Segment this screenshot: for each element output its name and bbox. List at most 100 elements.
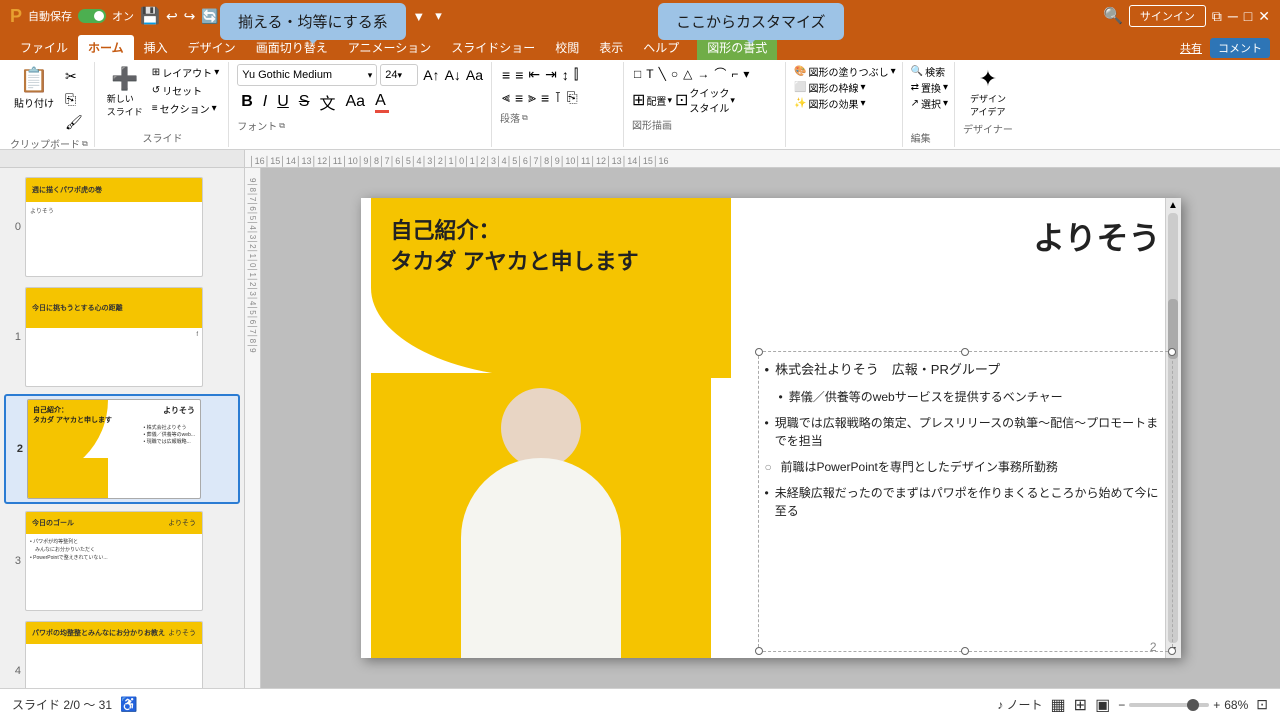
slide-thumb-3[interactable]: 3 今日のゴール よりそう • パワポが均等整列と みんなにお分かりいただく •… [4,508,240,614]
shape-connector-icon[interactable]: ⌒ [712,64,728,83]
sel-handle-bl[interactable] [755,647,763,655]
shape-triangle-icon[interactable]: △ [681,66,694,82]
tab-slideshow[interactable]: スライドショー [441,35,545,60]
align-left-icon[interactable]: ⫷ [500,87,512,108]
slide-1-img[interactable]: 今日に挑もうとする心の距離 f [25,287,203,387]
qa-arrange-icon[interactable]: ⧉ [373,8,386,24]
scroll-up-icon[interactable]: ▲ [1168,200,1178,211]
reset-button[interactable]: ↺ リセット [149,82,222,99]
smart-art-icon[interactable]: ⎘ [564,87,579,108]
font-decrease-icon[interactable]: A↓ [443,65,463,85]
qa-format-icon[interactable]: ⊡ [314,8,329,24]
share-button[interactable]: 共有 [1180,40,1202,56]
underline-button[interactable]: U [273,91,293,113]
shape-fill-button[interactable]: 🎨 図形の塗りつぶし ▾ [794,64,896,79]
cut-button[interactable]: ✂ [62,66,86,87]
clipboard-expand-icon[interactable]: ⧉ [82,139,88,149]
italic-button[interactable]: I [259,91,271,113]
columns-icon[interactable]: ⫿ [572,64,580,85]
tab-help[interactable]: ヘルプ [633,35,689,60]
justify-icon[interactable]: ≡ [539,88,551,108]
slide-canvas[interactable]: 自己紹介： タカダ アヤカと申します よりそう [361,198,1181,658]
minimize-icon[interactable]: ─ [1228,8,1238,24]
qa-distribute-icon[interactable]: ⊠ [246,8,261,24]
numbered-list-icon[interactable]: ≡ [513,65,525,85]
font-color-button[interactable]: A [371,90,393,115]
paste-button[interactable]: 📋 貼り付け [10,64,58,135]
font-size-selector[interactable]: 24 ▾ [380,64,418,86]
select-button[interactable]: ↗ 選択 ▾ [911,96,948,111]
redo-icon[interactable]: ↪ [184,8,196,25]
shape-rect-icon[interactable]: □ [632,66,643,82]
sel-handle-tr[interactable] [1168,348,1176,356]
section-button[interactable]: ≡ セクション ▾ [149,100,222,117]
tab-shape-format[interactable]: 図形の書式 [697,35,777,60]
bold-button[interactable]: B [237,91,257,113]
shape-oval-icon[interactable]: ○ [669,66,680,82]
zoom-plus-button[interactable]: + [1213,698,1220,712]
quick-styles-button[interactable]: ⊡ クイックスタイル ▾ [675,85,735,115]
tab-insert[interactable]: 挿入 [134,35,178,60]
tab-file[interactable]: ファイル [10,35,78,60]
font-expand-icon[interactable]: ⧉ [279,121,285,131]
sel-handle-bm[interactable] [961,647,969,655]
grid-view-icon[interactable]: ⊞ [1074,695,1087,715]
sel-handle-tl[interactable] [755,348,763,356]
replace-button[interactable]: ⇄ 置換 ▾ [911,80,948,95]
decrease-indent-icon[interactable]: ⇤ [526,64,542,85]
qa-circle-icon[interactable]: ○ [392,9,404,24]
tab-view[interactable]: 表示 [589,35,633,60]
qa-chart-icon[interactable]: 📊 [267,8,287,24]
qa-more-icon[interactable]: ▼ [410,9,427,24]
sel-handle-tm[interactable] [961,348,969,356]
align-right-icon[interactable]: ⫸ [526,87,538,108]
close-icon[interactable]: ✕ [1258,8,1270,25]
save-icon[interactable]: 💾 [140,6,160,26]
qa-custom-icon[interactable]: ▾ [433,8,444,24]
reader-view-icon[interactable]: ▣ [1095,695,1110,715]
shape-text-icon[interactable]: T [644,66,655,82]
para-expand-icon[interactable]: ⧉ [522,113,528,123]
notes-label[interactable]: ♪ ノート [997,696,1042,713]
sel-handle-br[interactable] [1168,647,1176,655]
shape-arrow-icon[interactable]: → [695,66,711,82]
slide-thumb-4[interactable]: 4 パワポの均整整とみんなにお分かりお教え よりそう [4,618,240,688]
shadow-button[interactable]: 文 [315,88,339,116]
qa-table-icon[interactable]: ⊞ [293,8,308,24]
signin-button[interactable]: サインイン [1129,5,1206,27]
slide-thumb-2[interactable]: 2 自己紹介：タカダ アヤカと申します よりそう • 株式会社よりそう• 葬儀／… [4,394,240,504]
slide-0-img[interactable]: 週に描くパワポ虎の巻 よりそう [25,177,203,277]
slide-thumb-0[interactable]: 0 週に描くパワポ虎の巻 よりそう [4,174,240,280]
undo-icon[interactable]: ↩ [166,8,178,25]
designer-button[interactable]: ✦ デザインアイデア [963,64,1013,120]
format-painter-button[interactable]: 🖌 [62,112,86,133]
qa-align2-icon[interactable]: ≡ [335,9,347,24]
tab-transitions[interactable]: 画面切り替え [246,35,338,60]
shape-line-icon[interactable]: ╲ [657,66,668,82]
qa-align-icon[interactable]: ⊟ [225,8,240,24]
bullet-list-icon[interactable]: ≡ [500,65,512,85]
search-icon[interactable]: 🔍 [1103,6,1123,26]
increase-indent-icon[interactable]: ⇥ [543,64,559,85]
slide-4-img[interactable]: パワポの均整整とみんなにお分かりお教え よりそう [25,621,203,688]
qa-grid-icon[interactable]: ⊞ [352,8,367,24]
zoom-level[interactable]: 68% [1224,698,1248,712]
search-button[interactable]: 🔍 検索 [911,64,948,79]
fit-slide-icon[interactable]: ⊡ [1256,696,1268,713]
font-name-selector[interactable]: Yu Gothic Medium ▾ [237,64,377,86]
slide-panel[interactable]: 0 週に描くパワポ虎の巻 よりそう 1 今日に挑もうとする心の距離 f [0,168,245,688]
layout-button[interactable]: ⊞ レイアウト ▾ [149,64,222,81]
shape-callout-icon[interactable]: ⌐ [729,66,740,82]
shape-effect-button[interactable]: ✨ 図形の効果 ▾ [794,96,896,111]
slide-thumb-1[interactable]: 1 今日に挑もうとする心の距離 f [4,284,240,390]
comment-button[interactable]: コメント [1210,38,1270,58]
strikethrough-button[interactable]: S [295,91,314,113]
tab-animations[interactable]: アニメーション [338,35,442,60]
new-slide-button[interactable]: ➕ 新しいスライド [103,64,147,120]
shape-more-icon[interactable]: ▾ [741,66,751,82]
tab-design[interactable]: デザイン [178,35,246,60]
accessibility-icon[interactable]: ♿ [120,696,137,713]
zoom-minus-button[interactable]: − [1118,698,1125,712]
tab-home[interactable]: ホーム [78,35,134,60]
slide-2-img[interactable]: 自己紹介：タカダ アヤカと申します よりそう • 株式会社よりそう• 葬儀／供養… [27,399,201,499]
